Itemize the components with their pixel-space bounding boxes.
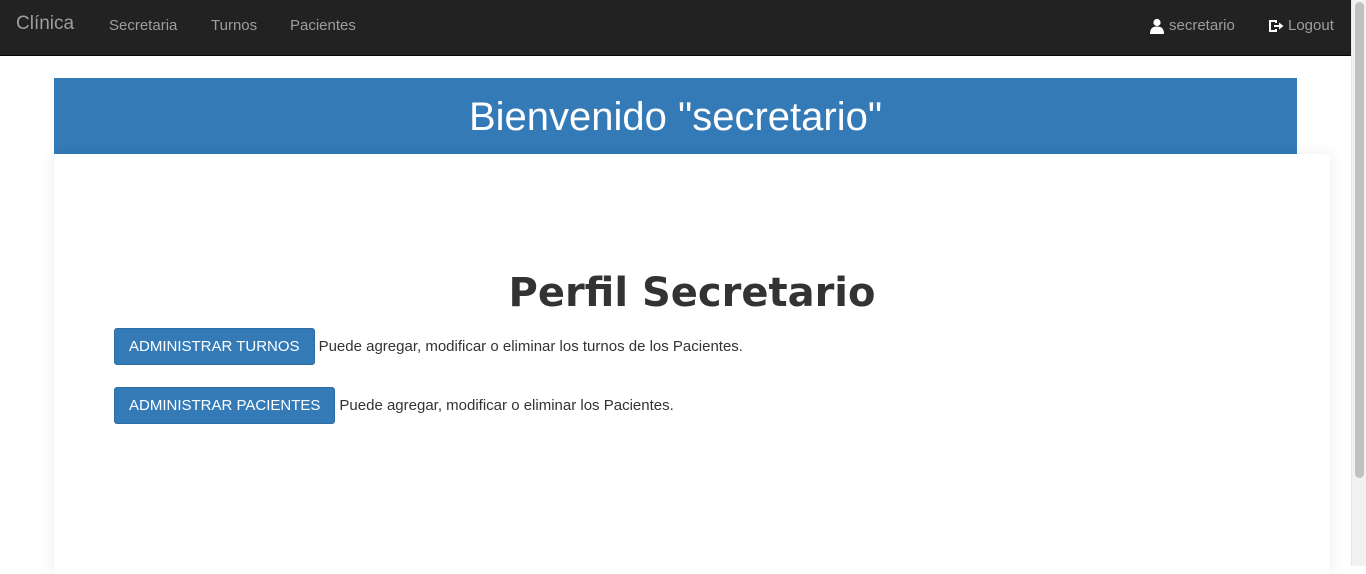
nav-item-turnos[interactable]: Turnos	[211, 17, 257, 34]
page-title: Perfil Secretario	[508, 270, 876, 316]
brand-link[interactable]: Clínica	[16, 13, 74, 35]
welcome-banner: Bienvenido "secretario"	[54, 78, 1297, 154]
logout-label: Logout	[1288, 17, 1334, 34]
top-navbar: Clínica Secretaria Turnos Pacientes secr…	[0, 0, 1351, 56]
turnos-description: Puede agregar, modificar o eliminar los …	[318, 338, 743, 355]
administrar-pacientes-button[interactable]: ADMINISTRAR PACIENTES	[114, 387, 336, 424]
pacientes-description: Puede agregar, modificar o eliminar los …	[339, 397, 674, 414]
scrollbar-thumb[interactable]	[1355, 2, 1364, 478]
administrar-turnos-button[interactable]: ADMINISTRAR TURNOS	[114, 328, 315, 365]
logout-icon	[1269, 19, 1284, 32]
nav-item-pacientes[interactable]: Pacientes	[290, 17, 356, 34]
action-row-pacientes: ADMINISTRAR PACIENTES Puede agregar, mod…	[114, 387, 674, 424]
logout-link[interactable]: Logout	[1268, 17, 1334, 34]
user-icon	[1150, 18, 1164, 34]
nav-item-secretaria[interactable]: Secretaria	[109, 17, 177, 34]
user-name-label: secretario	[1169, 17, 1235, 34]
action-row-turnos: ADMINISTRAR TURNOS Puede agregar, modifi…	[114, 328, 743, 365]
user-menu-link[interactable]: secretario	[1149, 17, 1235, 34]
